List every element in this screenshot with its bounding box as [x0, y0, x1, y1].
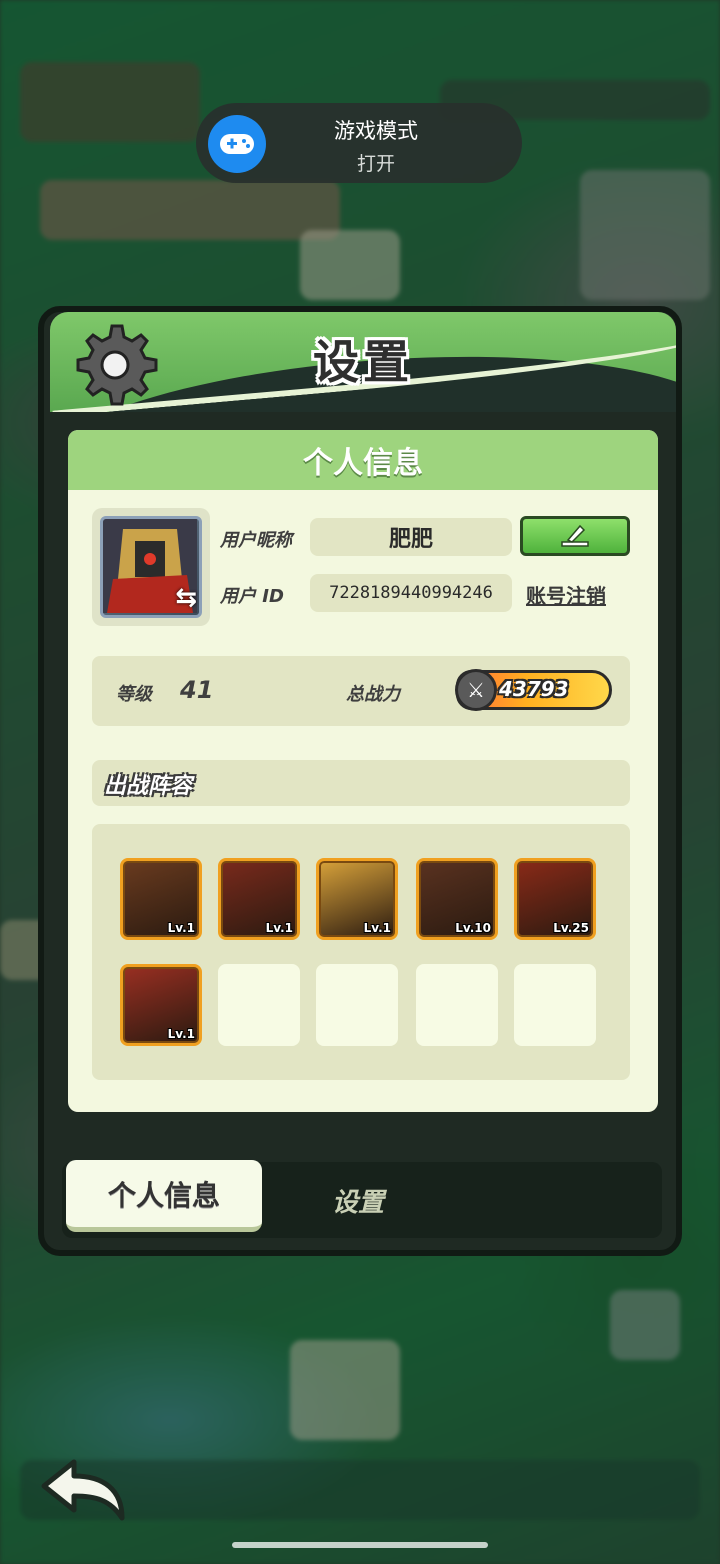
home-indicator[interactable] [232, 1542, 488, 1548]
power-label: 总战力 [346, 684, 400, 705]
game-mode-toast: 游戏模式 打开 [196, 103, 522, 183]
panel-title: 设置 [313, 335, 413, 389]
hero-slot[interactable]: Lv.1 [120, 858, 202, 940]
lineup-grid: Lv.1 Lv.1 Lv.1 Lv.10 Lv.25 Lv.1 [92, 824, 630, 1080]
tab-personal-info-label: 个人信息 [107, 1178, 220, 1212]
swap-avatar-icon[interactable]: ⇆ [175, 583, 197, 613]
hero-slot[interactable]: Lv.1 [120, 964, 202, 1046]
settings-panel: 设置 个人信息 ⇆ 用户昵称 肥肥 用户 ID 7228189440994246… [38, 306, 682, 1256]
empty-hero-slot[interactable] [416, 964, 498, 1046]
crossed-swords-icon: ⚔ [455, 669, 497, 711]
tab-personal-info[interactable]: 个人信息 [66, 1160, 262, 1232]
lineup-title: 出战阵容 [104, 774, 193, 799]
power-value: 43793 [499, 677, 569, 701]
level-label: 等级 [116, 684, 152, 705]
hero-slot[interactable]: Lv.1 [218, 858, 300, 940]
power-badge: ⚔ 43793 [455, 669, 612, 711]
hero-level: Lv.10 [455, 921, 491, 935]
cancel-account-link[interactable]: 账号注销 [526, 580, 606, 609]
panel-tabs: 个人信息 设置 [62, 1160, 662, 1238]
avatar[interactable]: ⇆ [92, 508, 210, 626]
user-id-label: 用户 ID [220, 586, 284, 607]
empty-hero-slot[interactable] [316, 964, 398, 1046]
level-value: 41 [180, 676, 214, 704]
toast-status: 打开 [356, 153, 395, 175]
profile-section-header: 个人信息 [68, 430, 658, 490]
tab-settings[interactable]: 设置 [332, 1182, 384, 1219]
nickname-label: 用户昵称 [220, 530, 292, 551]
empty-hero-slot[interactable] [218, 964, 300, 1046]
hero-slot[interactable]: Lv.10 [416, 858, 498, 940]
panel-header: 设置 [50, 312, 676, 412]
pencil-icon [561, 524, 589, 547]
empty-hero-slot[interactable] [514, 964, 596, 1046]
hero-level: Lv.1 [363, 921, 391, 935]
hero-slot[interactable]: Lv.25 [514, 858, 596, 940]
lineup-header: 出战阵容 [92, 760, 630, 806]
hero-level: Lv.25 [553, 921, 589, 935]
toast-title: 游戏模式 [334, 119, 418, 143]
profile-card: 个人信息 ⇆ 用户昵称 肥肥 用户 ID 7228189440994246 账号… [68, 430, 658, 1112]
profile-section-title: 个人信息 [303, 446, 423, 481]
hero-level: Lv.1 [167, 1027, 195, 1041]
hero-level: Lv.1 [265, 921, 293, 935]
back-arrow-icon[interactable] [38, 1456, 128, 1526]
hero-slot[interactable]: Lv.1 [316, 858, 398, 940]
nickname-field: 肥肥 [310, 518, 512, 556]
stats-row: 等级 41 总战力 ⚔ 43793 [92, 656, 630, 726]
edit-nickname-button[interactable] [520, 516, 630, 556]
hero-level: Lv.1 [167, 921, 195, 935]
gamepad-icon [208, 115, 266, 173]
user-id-field: 7228189440994246 [310, 574, 512, 612]
